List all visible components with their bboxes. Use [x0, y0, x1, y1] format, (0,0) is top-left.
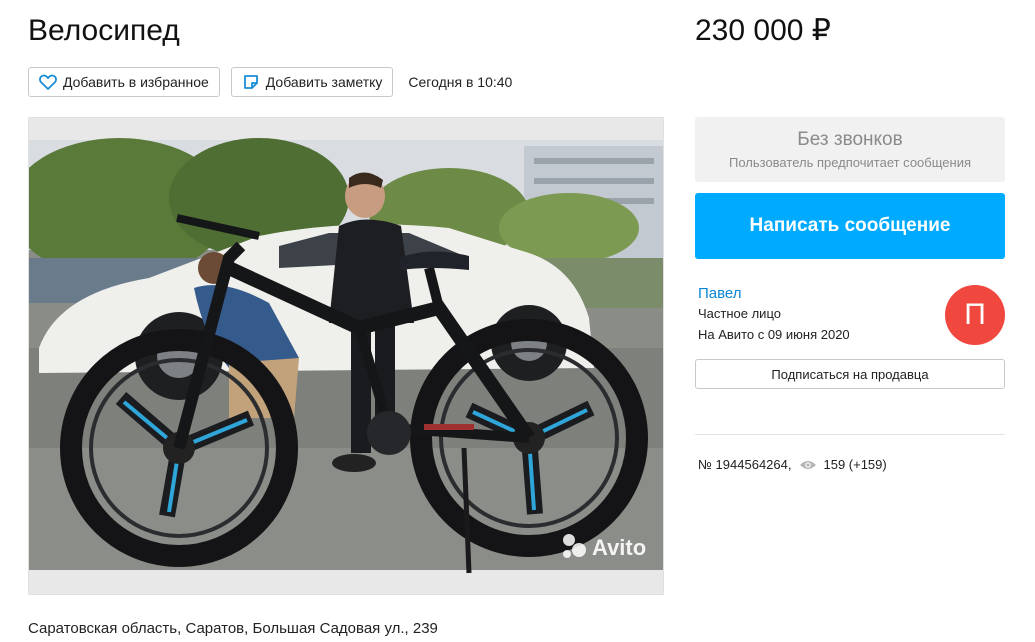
listing-photo[interactable]: Avito [28, 117, 664, 595]
bicycle-photo: Avito [29, 138, 663, 574]
no-calls-notice: Без звонков Пользователь предпочитает со… [695, 117, 1005, 182]
subscribe-seller-button[interactable]: Подписаться на продавца [695, 359, 1005, 389]
add-to-favorites-label: Добавить в избранное [63, 74, 209, 90]
listing-toolbar: Добавить в избранное Добавить заметку Се… [28, 67, 512, 97]
heart-icon [39, 73, 57, 91]
posted-date: Сегодня в 10:40 [408, 74, 513, 90]
listing-stats: № 1944564264, 159 (+159) [698, 457, 887, 472]
no-calls-title: Без звонков [797, 129, 903, 150]
seller-type: Частное лицо [698, 306, 781, 321]
add-note-label: Добавить заметку [265, 74, 383, 90]
seller-avatar[interactable]: П [945, 285, 1005, 345]
no-calls-subtitle: Пользователь предпочитает сообщения [728, 155, 971, 170]
seller-name-link[interactable]: Павел [698, 285, 742, 302]
eye-icon [799, 459, 817, 471]
seller-since: На Авито с 09 июня 2020 [698, 327, 850, 342]
add-to-favorites-button[interactable]: Добавить в избранное [28, 67, 220, 97]
listing-price: 230 000 ₽ [695, 14, 831, 47]
item-number: № 1944564264, [698, 457, 792, 472]
views-count: 159 (+159) [823, 457, 887, 472]
add-note-button[interactable]: Добавить заметку [230, 67, 394, 97]
listing-title: Велосипед [28, 14, 180, 47]
listing-address: Саратовская область, Саратов, Большая Са… [28, 620, 438, 637]
svg-text:Avito: Avito [592, 535, 646, 560]
divider [695, 434, 1005, 435]
note-icon [242, 73, 260, 91]
write-message-button[interactable]: Написать сообщение [695, 193, 1005, 259]
